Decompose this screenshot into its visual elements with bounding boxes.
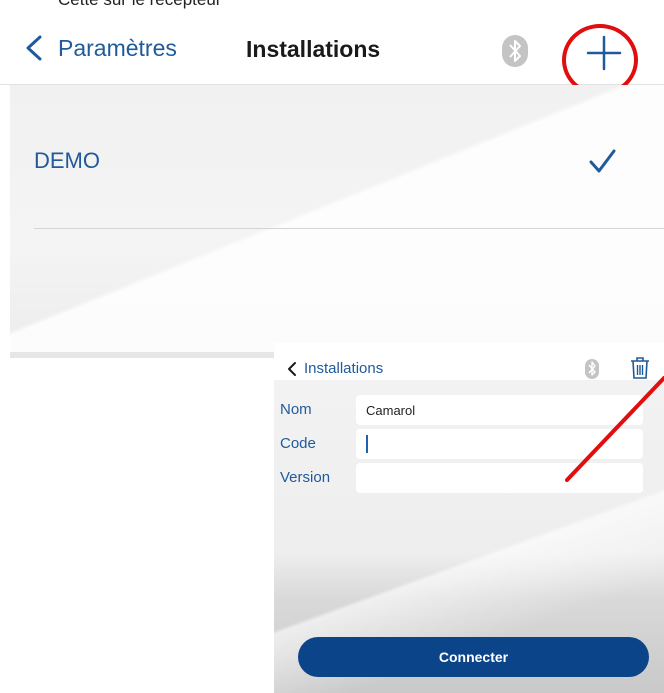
chevron-left-icon [26,35,42,61]
connect-button[interactable]: Connecter [298,637,649,677]
text-cursor [366,435,368,453]
list-item[interactable]: DEMO [10,115,664,203]
back-button[interactable]: Installations [286,360,383,377]
installation-form: Nom Camarol Code Version Connecter [274,380,664,693]
installations-list-screen: Paramètres Installations DEMO [0,0,664,360]
code-label: Code [280,435,316,452]
bluetooth-icon[interactable] [584,358,600,380]
navigation-bar: Paramètres Installations [0,12,664,96]
back-button[interactable]: Paramètres [22,34,177,62]
version-label: Version [280,469,331,486]
version-field[interactable] [356,463,643,493]
back-button-label: Installations [304,360,384,377]
nom-label: Nom [280,401,312,418]
divider [10,352,300,358]
divider [34,228,664,229]
add-installation-button[interactable] [583,32,625,74]
bluetooth-icon[interactable] [501,34,529,68]
nom-field[interactable]: Camarol [356,395,643,425]
code-field[interactable] [356,429,643,459]
page-title: Installations [246,36,381,62]
chevron-left-icon [288,361,296,376]
back-button-label: Paramètres [58,34,177,61]
checkmark-icon [589,149,616,173]
installations-list: DEMO [10,85,664,355]
trash-icon[interactable] [629,356,651,380]
installation-name: DEMO [34,148,100,173]
installation-detail-screen: Installations Nom Camarol Code Version C… [274,343,664,693]
